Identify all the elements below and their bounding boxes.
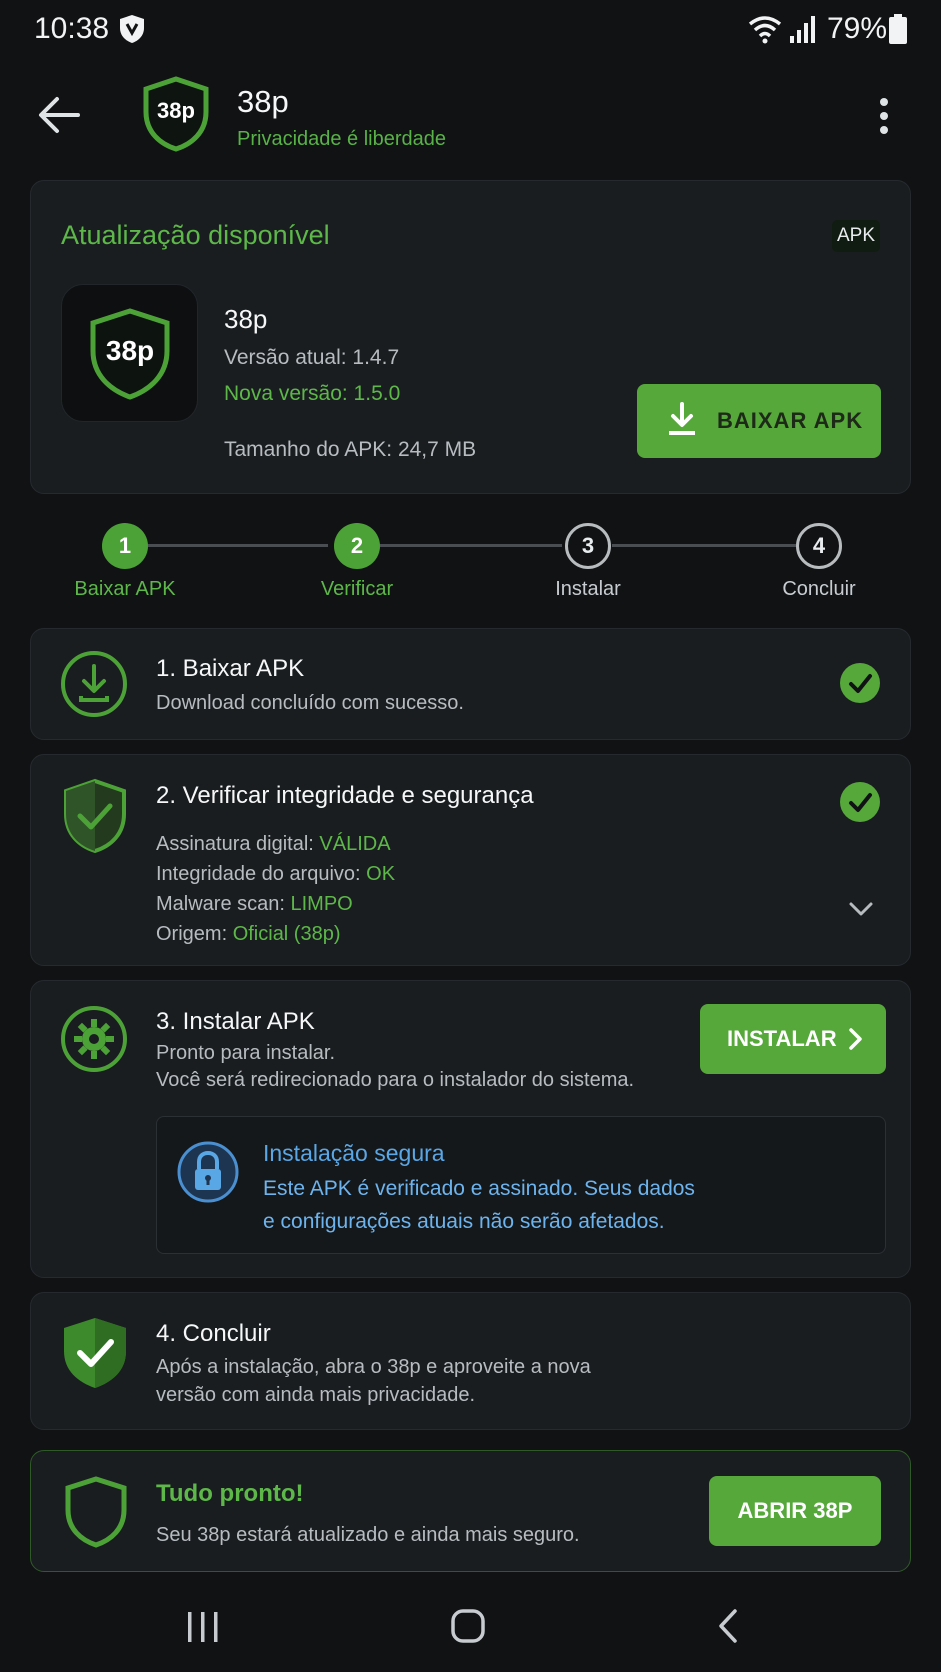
check-integrity-value: OK: [366, 863, 396, 885]
install-button-label: INSTALAR: [727, 1026, 837, 1051]
system-nav-bar: [0, 1580, 941, 1672]
verify-checks-list: Assinatura digital: VÁLIDA Integridade d…: [156, 829, 395, 949]
battery-level: 79%: [827, 12, 888, 45]
check-done-icon: [840, 782, 880, 822]
check-signature-value: VÁLIDA: [319, 833, 391, 855]
secure-install-text: Este APK é verificado e assinado. Seus d…: [263, 1177, 695, 1233]
step-finish-line1: Após a instalação, abra o 38p e aproveit…: [156, 1356, 591, 1378]
secure-install-title: Instalação segura: [263, 1140, 445, 1166]
check-origin-value: Oficial (38p): [232, 923, 341, 945]
verified-shield-icon: [64, 778, 126, 854]
open-app-button[interactable]: ABRIR 38P: [709, 1476, 881, 1546]
stepper-dot-3: 3: [565, 523, 611, 569]
chevron-down-icon[interactable]: [848, 900, 874, 918]
step-verify-title: 2. Verificar integridade e segurança: [156, 782, 534, 809]
app-icon: 38p: [61, 284, 198, 422]
step-download-card: [30, 628, 911, 740]
check-integrity: Integridade do arquivo: OK: [156, 863, 396, 885]
step-install-line1: Pronto para instalar.: [156, 1042, 335, 1064]
check-malware: Malware scan: LIMPO: [156, 893, 353, 915]
status-time: 10:38: [34, 12, 110, 45]
gear-icon: [61, 1006, 127, 1072]
more-options-icon[interactable]: [874, 96, 894, 136]
step-install-title: 3. Instalar APK: [156, 1008, 315, 1035]
current-version: Versão atual: 1.4.7: [224, 346, 400, 369]
lock-icon: [177, 1141, 239, 1203]
update-app-name: 38p: [224, 304, 268, 334]
check-malware-value: LIMPO: [290, 893, 353, 915]
check-shield-icon: [64, 1318, 126, 1388]
stepper-line: [380, 544, 562, 547]
status-bar: 10:38 79%: [0, 0, 941, 60]
stepper-line: [148, 544, 328, 547]
download-icon: [669, 402, 695, 435]
logo-text: 38p: [157, 98, 195, 123]
step-download-title: 1. Baixar APK: [156, 655, 305, 682]
ready-title: Tudo pronto!: [156, 1480, 304, 1507]
stepper-dot-4: 4: [796, 523, 842, 569]
install-button[interactable]: INSTALAR: [700, 1004, 886, 1074]
outline-shield-icon: [65, 1476, 127, 1548]
step-install-line2: Você será redirecionado para o instalado…: [156, 1069, 635, 1091]
back-arrow-icon[interactable]: [38, 96, 80, 134]
step-download-text: Download concluído com sucesso.: [156, 692, 464, 714]
download-apk-button[interactable]: BAIXAR APK: [637, 384, 881, 458]
stepper-label-4: Concluir: [782, 578, 856, 600]
app-title: 38p: [237, 84, 289, 119]
check-signature: Assinatura digital: VÁLIDA: [156, 833, 391, 855]
stepper-dot-1: 1: [102, 523, 148, 569]
apk-badge: APK: [832, 220, 880, 252]
new-version: Nova versão: 1.5.0: [224, 382, 401, 405]
stepper-label-2: Verificar: [320, 578, 394, 600]
check-origin: Origem: Oficial (38p): [156, 923, 341, 945]
update-heading: Atualização disponível: [61, 220, 330, 250]
download-circle-icon: [61, 651, 127, 717]
app-subtitle: Privacidade é liberdade: [237, 128, 447, 150]
check-done-icon: [840, 663, 880, 703]
app-icon-text: 38p: [105, 335, 155, 366]
step-finish-line2: versão com ainda mais privacidade.: [156, 1384, 476, 1406]
nav-back-icon[interactable]: [716, 1608, 740, 1644]
ready-text: Seu 38p estará atualizado e ainda mais s…: [156, 1524, 580, 1546]
recents-icon[interactable]: [186, 1610, 220, 1644]
signal-icon: [790, 16, 815, 43]
wifi-icon: [748, 16, 782, 44]
download-apk-label: BAIXAR APK: [717, 408, 864, 433]
stepper-line: [612, 544, 796, 547]
home-icon[interactable]: [450, 1608, 486, 1644]
stepper-dot-2: 2: [334, 523, 380, 569]
step-finish-title: 4. Concluir: [156, 1320, 271, 1347]
apk-size: Tamanho do APK: 24,7 MB: [224, 438, 477, 461]
chevron-right-icon: [849, 1028, 862, 1050]
vpn-shield-icon: [120, 15, 144, 43]
battery-icon: [889, 14, 907, 44]
stepper-label-3: Instalar: [555, 578, 621, 600]
app-logo: 38p: [142, 76, 210, 152]
stepper-label-1: Baixar APK: [74, 578, 176, 600]
